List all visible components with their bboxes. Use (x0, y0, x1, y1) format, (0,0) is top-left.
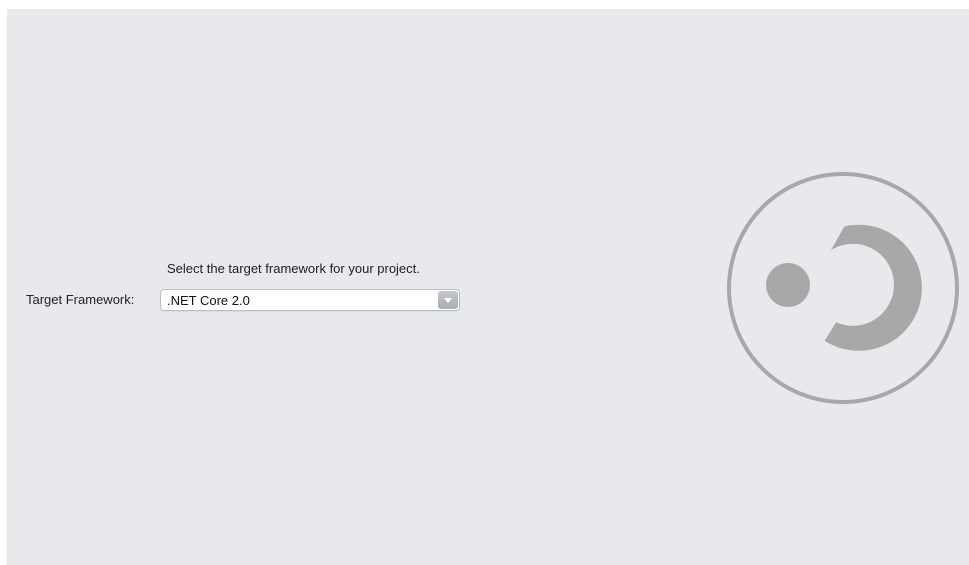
target-framework-select[interactable]: .NET Core 2.0 (160, 289, 460, 311)
visual-studio-logo-icon (727, 172, 959, 404)
target-framework-label: Target Framework: (26, 292, 135, 307)
chevron-down-icon (444, 298, 452, 303)
dropdown-button[interactable] (438, 291, 458, 309)
instruction-text: Select the target framework for your pro… (167, 261, 420, 276)
target-framework-value: .NET Core 2.0 (167, 293, 250, 308)
